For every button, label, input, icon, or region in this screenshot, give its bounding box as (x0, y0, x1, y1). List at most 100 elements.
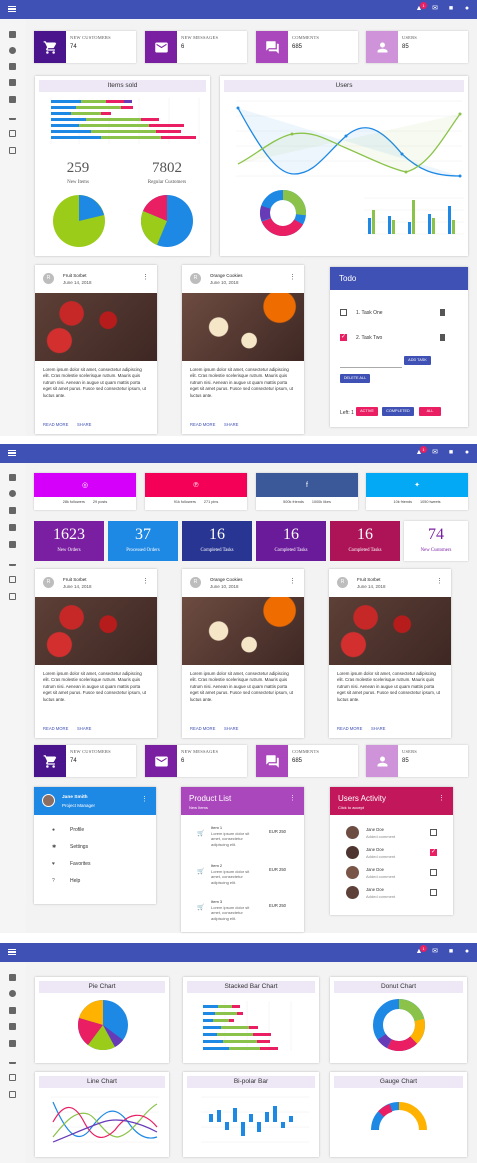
menu-icon[interactable] (8, 450, 16, 456)
tile-value: 74 (428, 526, 444, 543)
card-title: Line Chart (39, 1076, 165, 1088)
checkbox-icon[interactable] (9, 96, 16, 103)
avatar (42, 794, 55, 807)
notifications-icon[interactable]: ▲ 1 (415, 945, 427, 956)
cart-icon: 🛒 (197, 869, 205, 875)
accept-checkbox-checked[interactable]: ✓ (430, 849, 437, 856)
clipboard-icon[interactable] (9, 130, 16, 137)
text-format-icon[interactable] (9, 559, 16, 566)
pie-chart-icon[interactable] (9, 490, 16, 497)
share-button[interactable]: SHARE (77, 422, 91, 427)
share-button[interactable]: SHARE (224, 422, 238, 427)
dashboard-icon[interactable] (9, 974, 16, 981)
forum-icon[interactable] (9, 79, 16, 86)
more-vert-icon[interactable]: ⋮ (289, 273, 296, 281)
notifications-icon[interactable]: ▲ 1 (415, 2, 427, 13)
read-more-button[interactable]: READ MORE (190, 422, 215, 427)
stat-value: 685 (292, 44, 303, 50)
delete-icon[interactable] (440, 309, 445, 316)
delete-icon[interactable] (440, 334, 445, 341)
more-vert-icon[interactable]: ⋮ (142, 273, 149, 281)
accept-checkbox[interactable] (430, 869, 437, 876)
chat-icon[interactable]: ■ (447, 5, 455, 13)
more-vert-icon[interactable]: ⋮ (141, 795, 148, 803)
clipboard-icon[interactable] (9, 576, 16, 583)
more-vert-icon[interactable]: ⋮ (289, 794, 296, 802)
mail-icon[interactable]: ✉ (431, 948, 439, 956)
widgets-icon[interactable] (9, 63, 16, 70)
tile-value: 1623 (53, 526, 85, 543)
share-button[interactable]: SHARE (371, 726, 385, 731)
social-stat: 10k friends (393, 500, 413, 504)
new-task-input[interactable] (340, 362, 402, 368)
task-checkbox[interactable] (340, 309, 347, 316)
post-image-cookies (182, 597, 304, 665)
widgets-icon[interactable] (9, 507, 16, 514)
notifications-icon[interactable]: ▲ 1 (415, 446, 427, 457)
tile-label: Processed Orders (126, 548, 160, 553)
filter-active-button[interactable]: ACTIVE (356, 407, 378, 416)
filter-completed-button[interactable]: COMPLETED (382, 407, 414, 416)
table-icon[interactable] (9, 147, 16, 154)
read-more-button[interactable]: READ MORE (337, 726, 362, 731)
gauge-chart (371, 1102, 427, 1131)
read-more-button[interactable]: READ MORE (190, 726, 215, 731)
widgets-icon[interactable] (9, 1007, 16, 1014)
new-items-pie (53, 195, 105, 247)
pie-chart-icon[interactable] (9, 47, 16, 54)
post-title: Fruit Sorbet (63, 577, 87, 582)
tile-value: 37 (135, 526, 151, 543)
table-icon[interactable] (9, 1091, 16, 1098)
add-task-button[interactable]: ADD TASK (404, 356, 431, 365)
more-vert-icon[interactable]: ⋮ (289, 577, 296, 585)
task-checkbox-checked[interactable]: ✓ (340, 334, 347, 341)
post-body: Lorem ipsum dolor sit amet, consectetur … (190, 671, 293, 702)
chat-icon[interactable]: ■ (447, 449, 455, 457)
product-price: EUR 250 (269, 903, 286, 908)
tile-completed-tasks: 16 Completed Tasks (256, 521, 326, 561)
menu-icon[interactable] (8, 949, 16, 955)
tile-new-customers: 74 New Customers (404, 521, 468, 561)
checkbox-icon[interactable] (9, 1040, 16, 1047)
mail-icon[interactable]: ✉ (431, 5, 439, 13)
account-icon[interactable]: ● (463, 449, 471, 457)
share-button[interactable]: SHARE (224, 726, 238, 731)
forum-icon[interactable] (9, 524, 16, 531)
delete-all-button[interactable]: DELETE ALL (340, 374, 370, 383)
menu-favorites[interactable]: ♥ Favorites (34, 861, 156, 867)
stat-value: 85 (402, 758, 409, 764)
read-more-button[interactable]: READ MORE (43, 726, 68, 731)
tile-label: Completed Tasks (348, 548, 382, 553)
dashboard-icon[interactable] (9, 31, 16, 38)
dashboard-icon[interactable] (9, 474, 16, 481)
forum-icon[interactable] (9, 1023, 16, 1030)
account-icon[interactable]: ● (463, 5, 471, 13)
clipboard-icon[interactable] (9, 1074, 16, 1081)
chat-icon[interactable]: ■ (447, 948, 455, 956)
more-vert-icon[interactable]: ⋮ (438, 794, 445, 802)
table-icon[interactable] (9, 593, 16, 600)
accept-checkbox[interactable] (430, 829, 437, 836)
stat-label: COMMENTS (292, 749, 320, 754)
share-button[interactable]: SHARE (77, 726, 91, 731)
gear-icon: ✱ (52, 844, 57, 850)
menu-icon[interactable] (8, 6, 16, 12)
read-more-button[interactable]: READ MORE (43, 422, 68, 427)
text-format-icon[interactable] (9, 1057, 16, 1064)
pie-chart-icon[interactable] (9, 990, 16, 997)
product-desc: Lorem ipsum dolor sit amet, consectetur … (211, 904, 250, 921)
accept-checkbox[interactable] (430, 889, 437, 896)
sidebar (0, 962, 26, 1163)
menu-help[interactable]: ? Help (34, 878, 156, 884)
checkbox-icon[interactable] (9, 541, 16, 548)
mail-icon[interactable]: ✉ (431, 449, 439, 457)
filter-all-button[interactable]: ALL (419, 407, 441, 416)
more-vert-icon[interactable]: ⋮ (436, 577, 443, 585)
menu-settings[interactable]: ✱ Settings (34, 844, 156, 850)
menu-profile[interactable]: ● Profile (34, 827, 156, 833)
more-vert-icon[interactable]: ⋮ (142, 577, 149, 585)
avatar: R (337, 577, 348, 588)
tile-completed-tasks: 16 Completed Tasks (182, 521, 252, 561)
text-format-icon[interactable] (9, 113, 16, 120)
account-icon[interactable]: ● (463, 948, 471, 956)
